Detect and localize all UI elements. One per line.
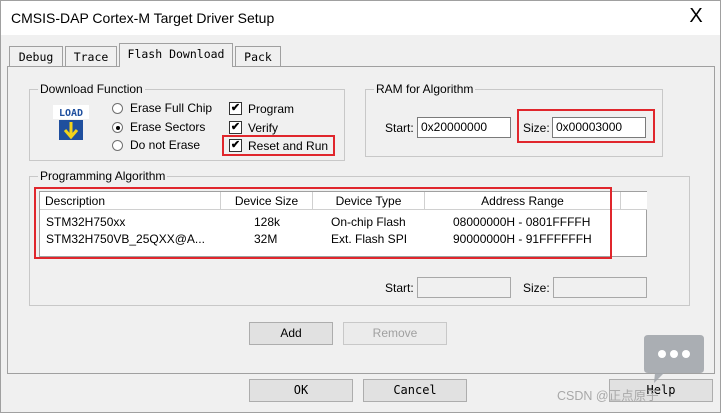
ram-start-label: Start: <box>385 121 414 135</box>
algorithm-list[interactable]: Description Device Size Device Type Addr… <box>39 191 647 257</box>
column-header-description[interactable]: Description <box>40 192 221 210</box>
tab-pack[interactable]: Pack <box>235 46 281 66</box>
watermark: CSDN @正点原子 <box>557 389 659 403</box>
dialog-window: CMSIS-DAP Cortex-M Target Driver Setup X… <box>0 0 721 413</box>
tab-debug[interactable]: Debug <box>9 46 63 66</box>
erase-full-chip-radio[interactable] <box>112 103 123 114</box>
ram-for-algorithm-label: RAM for Algorithm <box>374 82 476 96</box>
reset-and-run-checkbox[interactable]: ✔ <box>229 139 242 152</box>
program-label[interactable]: Program <box>248 102 294 116</box>
erase-sectors-radio[interactable] <box>112 122 123 133</box>
column-header-address-range[interactable]: Address Range <box>425 192 621 210</box>
row-size: 32M <box>254 232 278 246</box>
ok-button[interactable]: OK <box>249 379 353 402</box>
title-bar[interactable]: CMSIS-DAP Cortex-M Target Driver Setup X <box>1 1 720 35</box>
tab-trace[interactable]: Trace <box>65 46 117 66</box>
do-not-erase-radio[interactable] <box>112 140 123 151</box>
ram-size-label: Size: <box>523 121 550 135</box>
algo-start-input[interactable] <box>417 277 511 298</box>
row-type: On-chip Flash <box>331 215 406 229</box>
column-header-filler <box>621 192 647 210</box>
row-size: 128k <box>254 215 281 229</box>
close-icon[interactable]: X <box>682 4 710 28</box>
row-type: Ext. Flash SPI <box>331 232 408 246</box>
row-address-range: 90000000H - 91FFFFFFH <box>453 232 592 246</box>
load-icon-text: LOAD <box>59 108 83 119</box>
algo-start-label: Start: <box>385 281 414 295</box>
algo-size-label: Size: <box>523 281 550 295</box>
window-title: CMSIS-DAP Cortex-M Target Driver Setup <box>11 10 275 26</box>
row-description: STM32H750xx <box>46 215 126 229</box>
load-icon: LOAD <box>53 105 89 140</box>
chat-bubble-icon[interactable] <box>642 331 706 387</box>
reset-and-run-label[interactable]: Reset and Run <box>248 139 328 153</box>
cancel-button[interactable]: Cancel <box>363 379 467 402</box>
remove-button[interactable]: Remove <box>343 322 447 345</box>
row-description: STM32H750VB_25QXX@A... <box>46 232 205 246</box>
add-button[interactable]: Add <box>249 322 333 345</box>
algo-size-input[interactable] <box>553 277 647 298</box>
verify-label[interactable]: Verify <box>248 121 278 135</box>
row-address-range: 08000000H - 0801FFFFH <box>453 215 591 229</box>
column-header-device-type[interactable]: Device Type <box>313 192 425 210</box>
ram-start-input[interactable]: 0x20000000 <box>417 117 511 138</box>
download-function-label: Download Function <box>38 82 145 96</box>
program-checkbox[interactable]: ✔ <box>229 102 242 115</box>
verify-checkbox[interactable]: ✔ <box>229 121 242 134</box>
programming-algorithm-label: Programming Algorithm <box>38 169 168 183</box>
erase-full-chip-label[interactable]: Erase Full Chip <box>130 101 212 115</box>
erase-sectors-label[interactable]: Erase Sectors <box>130 120 205 134</box>
tab-flash-download[interactable]: Flash Download <box>119 43 233 67</box>
ram-size-input[interactable]: 0x00003000 <box>552 117 646 138</box>
do-not-erase-label[interactable]: Do not Erase <box>130 138 200 152</box>
column-header-device-size[interactable]: Device Size <box>221 192 313 210</box>
